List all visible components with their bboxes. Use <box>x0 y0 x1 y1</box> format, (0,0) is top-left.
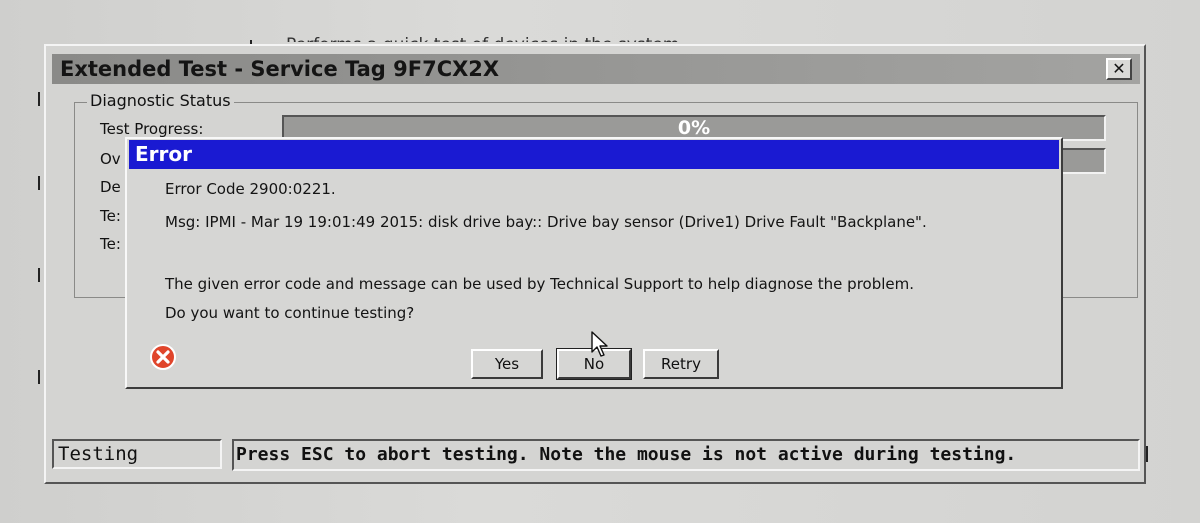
test-progress-label: Test Progress: <box>100 120 204 138</box>
retry-button[interactable]: Retry <box>643 349 719 379</box>
test-label: Te: <box>100 207 121 225</box>
error-dialog: Error Error Code 2900:0221. Msg: IPMI - … <box>125 137 1063 389</box>
status-field: Testing <box>52 439 222 469</box>
mouse-cursor-icon <box>591 331 608 357</box>
background-tick <box>1146 446 1148 462</box>
window-title: Extended Test - Service Tag 9F7CX2X <box>60 57 500 81</box>
device-label: De <box>100 178 121 196</box>
progress-percent: 0% <box>677 117 711 139</box>
error-code-text: Error Code 2900:0221. <box>165 180 336 198</box>
background-tick <box>38 268 40 282</box>
background-tick <box>38 92 40 106</box>
close-button[interactable]: ✕ <box>1106 58 1132 80</box>
error-info-text: The given error code and message can be … <box>165 275 915 293</box>
overall-progress-label: Ov <box>100 150 121 168</box>
group-title: Diagnostic Status <box>87 91 234 110</box>
error-x-icon <box>150 344 176 370</box>
error-dialog-title-bar: Error <box>129 140 1059 169</box>
close-icon: ✕ <box>1112 59 1126 78</box>
continue-question-text: Do you want to continue testing? <box>165 304 415 322</box>
background-tick <box>38 370 40 384</box>
status-message: Press ESC to abort testing. Note the mou… <box>232 439 1140 471</box>
window-title-bar: Extended Test - Service Tag 9F7CX2X ✕ <box>52 54 1140 84</box>
yes-button[interactable]: Yes <box>471 349 543 379</box>
error-dialog-title: Error <box>135 142 192 166</box>
test-label-2: Te: <box>100 235 121 253</box>
background-partial-text: Performs a quick test of devices in the … <box>286 32 679 42</box>
background-tick <box>38 176 40 190</box>
error-message-text: Msg: IPMI - Mar 19 19:01:49 2015: disk d… <box>165 213 927 231</box>
